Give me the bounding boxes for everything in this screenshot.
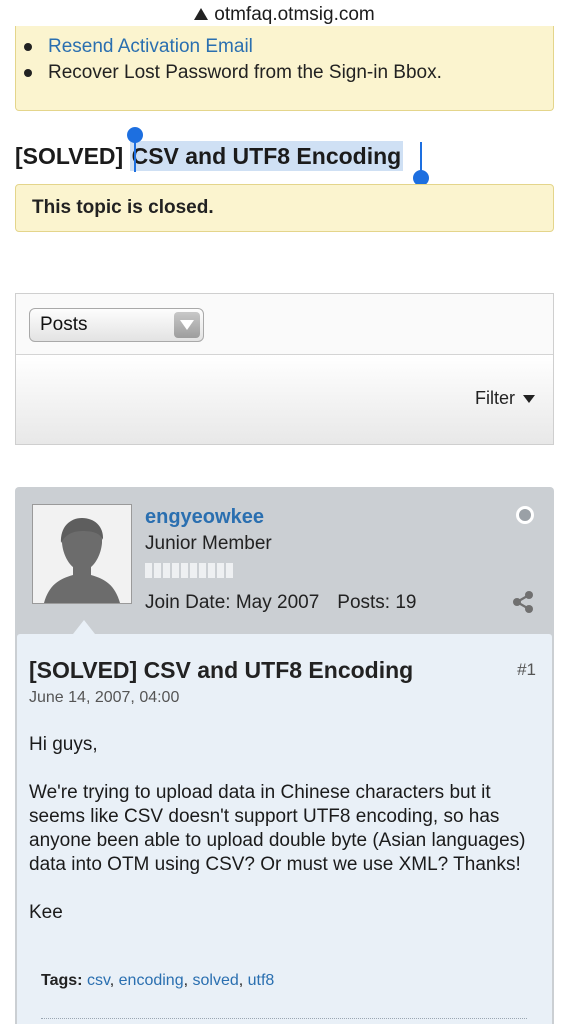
tag-link[interactable]: utf8: [248, 972, 275, 989]
warning-triangle-icon: [194, 8, 209, 20]
post-paragraph: Hi guys,: [29, 734, 98, 755]
user-title: Junior Member: [145, 533, 272, 554]
username-link[interactable]: engyeowkee: [145, 506, 264, 529]
post-paragraph: Kee: [29, 902, 63, 923]
share-icon[interactable]: [512, 591, 534, 618]
triangle-down-icon: [523, 394, 535, 403]
divider: [41, 1018, 527, 1019]
posts-select[interactable]: Posts: [29, 308, 204, 342]
selected-text: CSV and UTF8 Encoding: [129, 141, 404, 171]
post-paragraph: We're trying to upload data in Chinese c…: [29, 782, 526, 875]
tag-link[interactable]: csv: [87, 972, 110, 989]
filter-button[interactable]: Filter: [475, 388, 535, 409]
filter-toolbar: Posts: [16, 294, 553, 355]
selection-start-caret: [134, 140, 136, 172]
post-title: [SOLVED] CSV and UTF8 Encoding: [29, 657, 414, 683]
posts-filter-panel: Posts Filter: [15, 293, 554, 445]
filter-row: Filter: [16, 355, 553, 444]
user-silhouette-icon: [33, 505, 131, 603]
post-date: June 14, 2007, 04:00: [29, 689, 180, 706]
post-content: Hi guys, We're trying to upload data in …: [29, 733, 534, 949]
post-count: Posts: 19: [337, 592, 417, 613]
list-item: Recover Lost Password from the Sign-in B…: [24, 60, 553, 86]
tag-link[interactable]: encoding: [119, 972, 184, 989]
join-date: Join Date: May 2007: [145, 592, 320, 613]
topic-closed-banner: This topic is closed.: [15, 184, 554, 232]
post-number-link[interactable]: #1: [517, 660, 536, 680]
status-dot-icon: [516, 506, 534, 524]
post-body: [SOLVED] CSV and UTF8 Encoding #1 June 1…: [17, 634, 552, 1024]
post-pointer: [73, 620, 95, 634]
post-tags: Tags: csv, encoding, solved, utf8: [41, 972, 275, 989]
reputation-bar: [145, 563, 233, 578]
url-text: otmfaq.otmsig.com: [214, 4, 375, 25]
list-item[interactable]: Resend Activation Email: [24, 34, 553, 60]
post: engyeowkee Junior Member Join Date: May …: [15, 487, 554, 1024]
tag-link[interactable]: solved: [192, 972, 238, 989]
chevron-down-icon: [174, 312, 200, 338]
avatar[interactable]: [32, 504, 132, 604]
tags-label: Tags:: [41, 972, 83, 989]
login-notice: Resend Activation Email Recover Lost Pas…: [15, 26, 554, 111]
page-title: [SOLVED] CSV and UTF8 Encoding: [15, 141, 404, 171]
resend-activation-link[interactable]: Resend Activation Email: [48, 36, 253, 57]
user-join-info: Join Date: May 2007 Posts: 19: [145, 592, 416, 614]
